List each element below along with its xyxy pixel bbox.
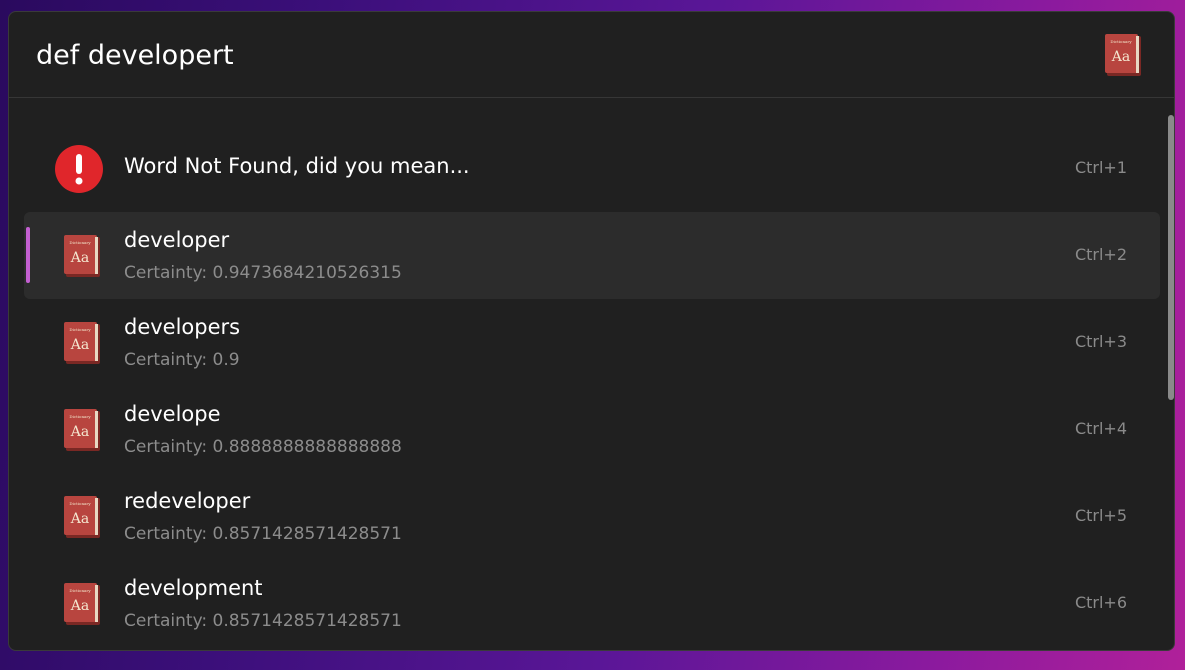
scrollbar-thumb[interactable] xyxy=(1168,115,1174,400)
dictionary-book-icon: Dictionary Aa xyxy=(61,234,103,278)
result-item-redeveloper[interactable]: Dictionary Aa redeveloper Certainty: 0.8… xyxy=(24,473,1160,560)
dictionary-book-icon: Dictionary Aa xyxy=(61,321,103,365)
error-icon xyxy=(55,145,103,193)
result-item-developer[interactable]: Dictionary Aa developer Certainty: 0.947… xyxy=(24,212,1160,299)
result-title: developer xyxy=(124,228,230,252)
selection-indicator xyxy=(26,227,30,283)
result-title: development xyxy=(124,576,263,600)
svg-text:Aa: Aa xyxy=(1111,49,1130,65)
result-shortcut: Ctrl+2 xyxy=(1074,245,1127,264)
search-input[interactable] xyxy=(36,34,1096,76)
launcher-window: Dictionary Aa Word Not Found, did you me… xyxy=(8,11,1175,651)
result-shortcut: Ctrl+4 xyxy=(1074,419,1127,438)
result-title: Word Not Found, did you mean... xyxy=(124,154,470,178)
svg-text:Aa: Aa xyxy=(70,424,89,440)
svg-text:Dictionary: Dictionary xyxy=(69,588,91,593)
result-title: developers xyxy=(124,315,241,339)
svg-text:Aa: Aa xyxy=(70,511,89,527)
dictionary-book-icon: Dictionary Aa xyxy=(61,495,103,539)
result-item-develope[interactable]: Dictionary Aa develope Certainty: 0.8888… xyxy=(24,386,1160,473)
svg-text:Aa: Aa xyxy=(70,250,89,266)
svg-text:Dictionary: Dictionary xyxy=(69,414,91,419)
dictionary-book-icon: Dictionary Aa xyxy=(1103,33,1143,77)
result-subtitle: Certainty: 0.9473684210526315 xyxy=(124,263,402,283)
svg-text:Dictionary: Dictionary xyxy=(69,501,91,506)
results-list: Word Not Found, did you mean... Ctrl+1 D… xyxy=(9,99,1174,650)
dictionary-book-icon: Dictionary Aa xyxy=(61,408,103,452)
svg-text:Aa: Aa xyxy=(70,598,89,614)
result-subtitle: Certainty: 0.8888888888888888 xyxy=(124,437,402,457)
result-shortcut: Ctrl+6 xyxy=(1074,593,1127,612)
result-item-word-not-found[interactable]: Word Not Found, did you mean... Ctrl+1 xyxy=(24,125,1160,212)
result-title: redeveloper xyxy=(124,489,251,513)
svg-text:Aa: Aa xyxy=(70,337,89,353)
result-shortcut: Ctrl+5 xyxy=(1074,506,1127,525)
result-subtitle: Certainty: 0.9 xyxy=(124,350,240,370)
result-shortcut: Ctrl+3 xyxy=(1074,332,1127,351)
search-bar: Dictionary Aa xyxy=(9,12,1174,98)
dictionary-book-icon: Dictionary Aa xyxy=(61,582,103,626)
result-item-developers[interactable]: Dictionary Aa developers Certainty: 0.9 … xyxy=(24,299,1160,386)
result-shortcut: Ctrl+1 xyxy=(1074,158,1127,177)
svg-text:Dictionary: Dictionary xyxy=(69,240,91,245)
svg-text:Dictionary: Dictionary xyxy=(1110,39,1132,44)
result-item-development[interactable]: Dictionary Aa development Certainty: 0.8… xyxy=(24,560,1160,647)
svg-text:Dictionary: Dictionary xyxy=(69,327,91,332)
result-subtitle: Certainty: 0.8571428571428571 xyxy=(124,611,402,631)
result-title: develope xyxy=(124,402,221,426)
result-subtitle: Certainty: 0.8571428571428571 xyxy=(124,524,402,544)
